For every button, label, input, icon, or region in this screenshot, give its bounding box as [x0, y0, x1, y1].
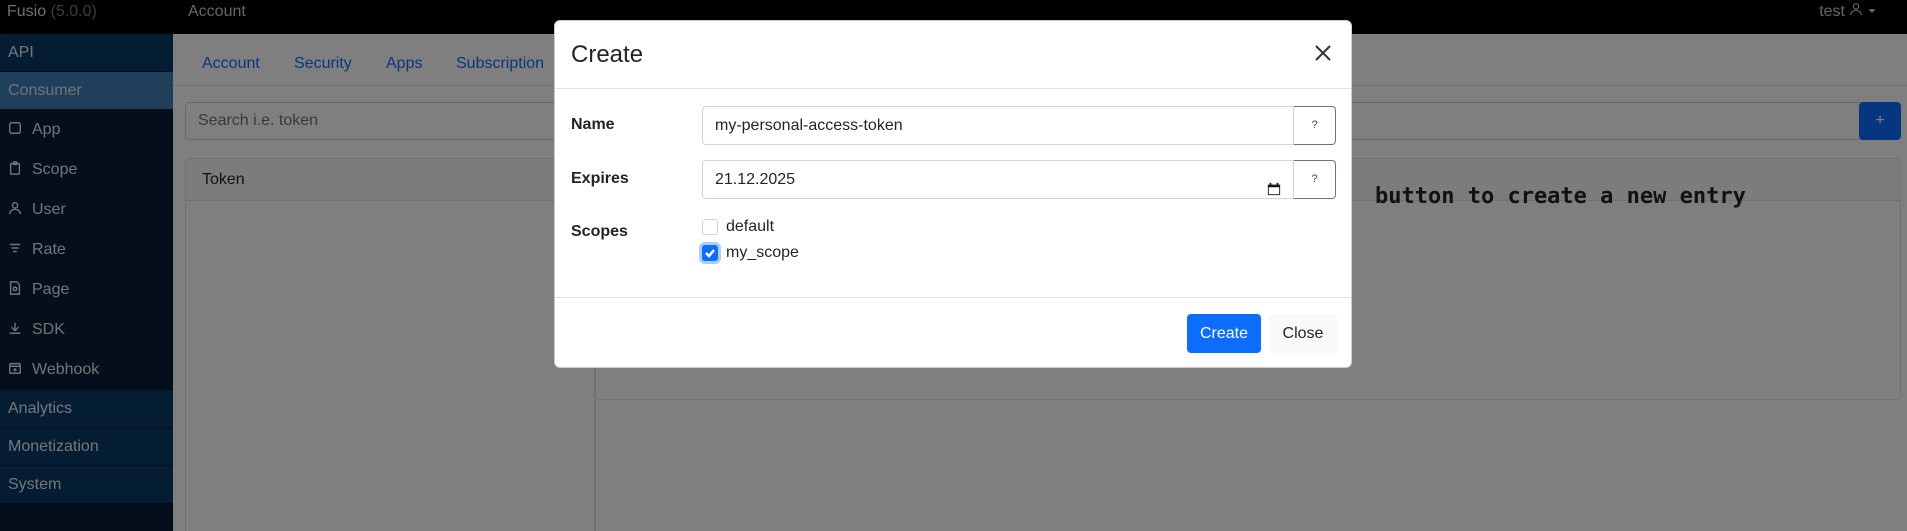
- modal-footer: Create Close: [555, 297, 1351, 367]
- name-field[interactable]: my-personal-access-token: [702, 106, 1294, 145]
- expires-help-button[interactable]: ?: [1294, 160, 1336, 199]
- scopes-list: default my_scope: [702, 214, 799, 266]
- scope-label: default: [726, 218, 775, 235]
- name-input-group: my-personal-access-token ?: [702, 106, 1336, 145]
- calendar-icon[interactable]: [1267, 173, 1281, 196]
- expires-date-field[interactable]: 21.12.2025: [702, 160, 1294, 199]
- create-button[interactable]: Create: [1187, 314, 1261, 353]
- expires-value: 21.12.2025: [715, 171, 796, 188]
- scope-checkbox-default[interactable]: [702, 219, 718, 235]
- expires-row: Expires 21.12.2025 ?: [571, 160, 1337, 200]
- name-help-button[interactable]: ?: [1294, 106, 1336, 145]
- name-row: Name my-personal-access-token ?: [571, 106, 1337, 146]
- close-button[interactable]: Close: [1269, 314, 1337, 353]
- create-token-modal: Create Name my-personal-access-token ? E…: [554, 20, 1352, 368]
- scope-option-default[interactable]: default: [702, 214, 799, 240]
- name-label: Name: [571, 116, 615, 133]
- scope-option-my-scope[interactable]: my_scope: [702, 240, 799, 266]
- scopes-label: Scopes: [571, 223, 628, 240]
- close-icon[interactable]: [1313, 43, 1333, 63]
- scope-label: my_scope: [726, 244, 799, 261]
- scopes-row: Scopes default my_scope: [571, 214, 1337, 274]
- check-icon: [705, 249, 715, 258]
- expires-input-group: 21.12.2025 ?: [702, 160, 1336, 199]
- expires-label: Expires: [571, 170, 629, 187]
- scope-checkbox-my-scope[interactable]: [702, 245, 718, 261]
- modal-title: Create: [571, 41, 644, 68]
- modal-header: Create: [555, 21, 1351, 89]
